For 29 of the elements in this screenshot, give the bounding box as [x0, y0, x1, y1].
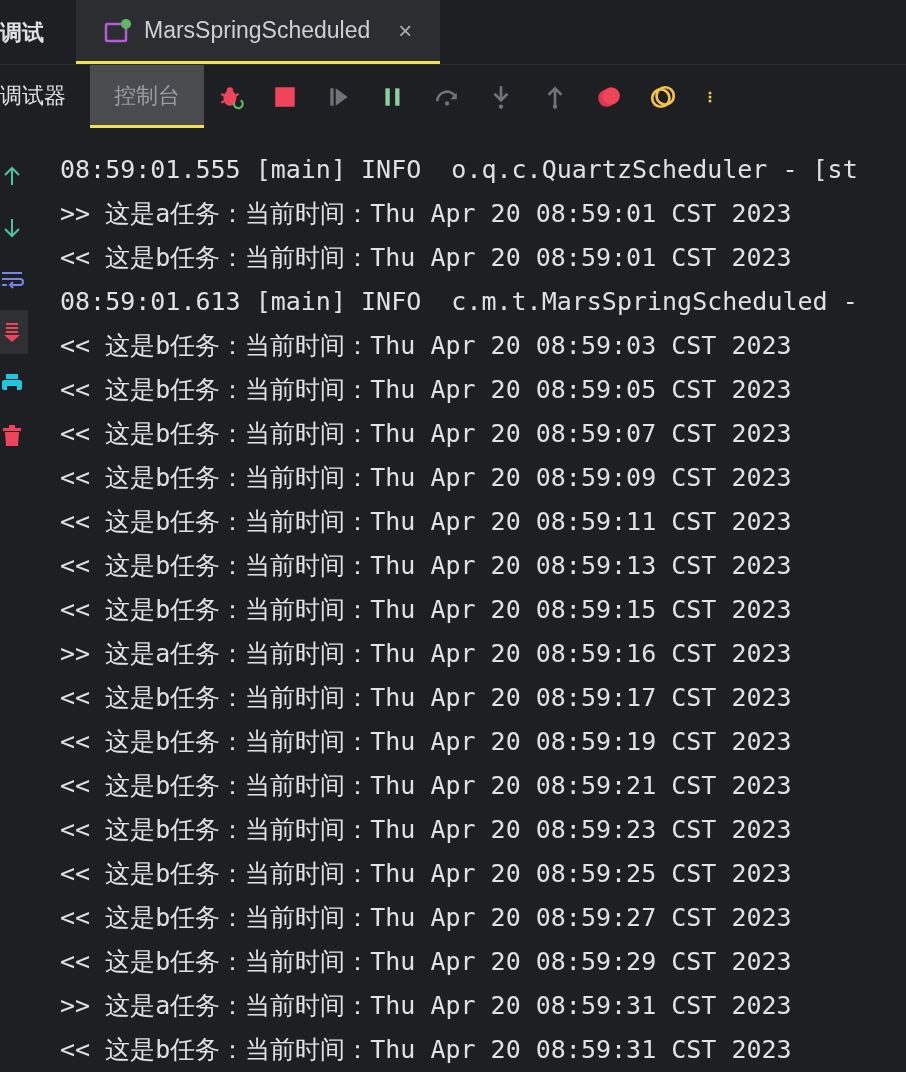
subtab[interactable]: 调试器 [0, 65, 90, 128]
log-line: << 这是b任务：当前时间：Thu Apr 20 08:59:21 CST 2023 [60, 770, 793, 802]
log-line: << 这是b任务：当前时间：Thu Apr 20 08:59:01 CST 2023 [60, 242, 793, 274]
log-line: << 这是b任务：当前时间：Thu Apr 20 08:59:23 CST 2023 [60, 814, 793, 846]
log-line: >> 这是a任务：当前时间：Thu Apr 20 08:59:31 CST 2023 [60, 990, 793, 1022]
panel-title: 调试 [0, 18, 45, 47]
close-icon[interactable]: × [398, 12, 413, 49]
log-line: << 这是b任务：当前时间：Thu Apr 20 08:59:17 CST 2023 [60, 682, 793, 714]
log-line: << 这是b任务：当前时间：Thu Apr 20 08:59:03 CST 2023 [60, 330, 793, 362]
log-line: << 这是b任务：当前时间：Thu Apr 20 08:59:19 CST 2023 [60, 726, 793, 758]
log-line: << 这是b任务：当前时间：Thu Apr 20 08:59:15 CST 2023 [60, 594, 793, 626]
log-line: << 这是b任务：当前时间：Thu Apr 20 08:59:09 CST 2023 [60, 462, 793, 494]
gutter-button[interactable] [0, 310, 28, 354]
log-line: >> 这是a任务：当前时间：Thu Apr 20 08:59:01 CST 2023 [60, 198, 793, 230]
log-line: << 这是b任务：当前时间：Thu Apr 20 08:59:05 CST 2023 [60, 374, 793, 406]
log-line: << 这是b任务：当前时间：Thu Apr 20 08:59:11 CST 2023 [60, 506, 793, 538]
log-line: << 这是b任务：当前时间：Thu Apr 20 08:59:07 CST 2023 [60, 418, 793, 450]
log-line: << 这是b任务：当前时间：Thu Apr 20 08:59:25 CST 2023 [60, 858, 793, 890]
log-line: 08:59:01.613 [main] INFO c.m.t.MarsSpringScheduled - [60, 286, 858, 318]
run-tab[interactable]: MarsSpringScheduled × [76, 0, 441, 64]
tab-label: MarsSpringScheduled [144, 16, 371, 46]
log-line: >> 这是a任务：当前时间：Thu Apr 20 08:59:16 CST 2023 [60, 638, 793, 670]
mute-breakpoints-icon[interactable] [650, 83, 676, 110]
log-line: << 这是b任务：当前时间：Thu Apr 20 08:59:29 CST 2023 [60, 946, 793, 978]
trash-icon[interactable] [0, 424, 24, 448]
log-line: << 这是b任务：当前时间：Thu Apr 20 08:59:27 CST 2023 [60, 902, 793, 934]
log-line: 08:59:01.555 [main] INFO o.q.c.QuartzScheduler - [st [60, 154, 858, 186]
log-line: << 这是b任务：当前时间：Thu Apr 20 08:59:31 CST 2023 [60, 1034, 793, 1066]
log-line: << 这是b任务：当前时间：Thu Apr 20 08:59:13 CST 2023 [60, 550, 793, 582]
